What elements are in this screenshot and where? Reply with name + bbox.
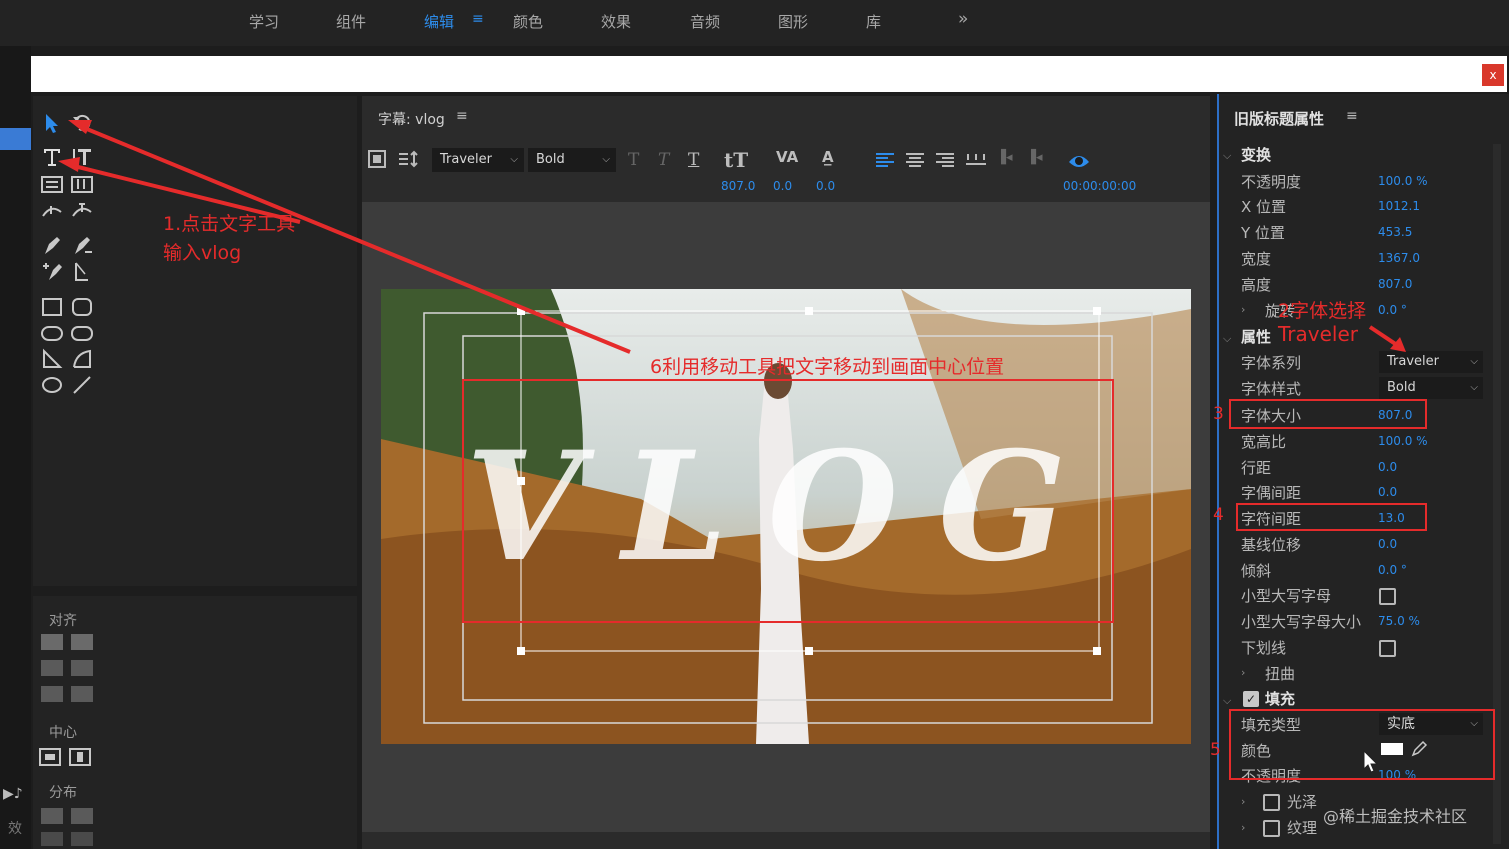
annotation-step1-line1: 1.点击文字工具	[163, 213, 296, 235]
annotation-step2: 2字体选择	[1278, 300, 1367, 322]
annotation-step5: 5	[1210, 740, 1221, 760]
annotation-text-box	[462, 379, 1114, 623]
annotation-step2-font: Traveler	[1278, 322, 1358, 346]
annotation-step1-line2: 输入vlog	[163, 242, 242, 264]
annotation-font-size-box	[1229, 399, 1427, 429]
annotation-step3: 3	[1213, 404, 1224, 424]
annotation-fill-box	[1229, 709, 1495, 780]
annotation-step4: 4	[1213, 505, 1224, 525]
annotation-step6: 6利用移动工具把文字移动到画面中心位置	[650, 356, 1005, 378]
annotation-tracking-box	[1236, 503, 1427, 531]
watermark: @稀土掘金技术社区	[1323, 807, 1468, 826]
